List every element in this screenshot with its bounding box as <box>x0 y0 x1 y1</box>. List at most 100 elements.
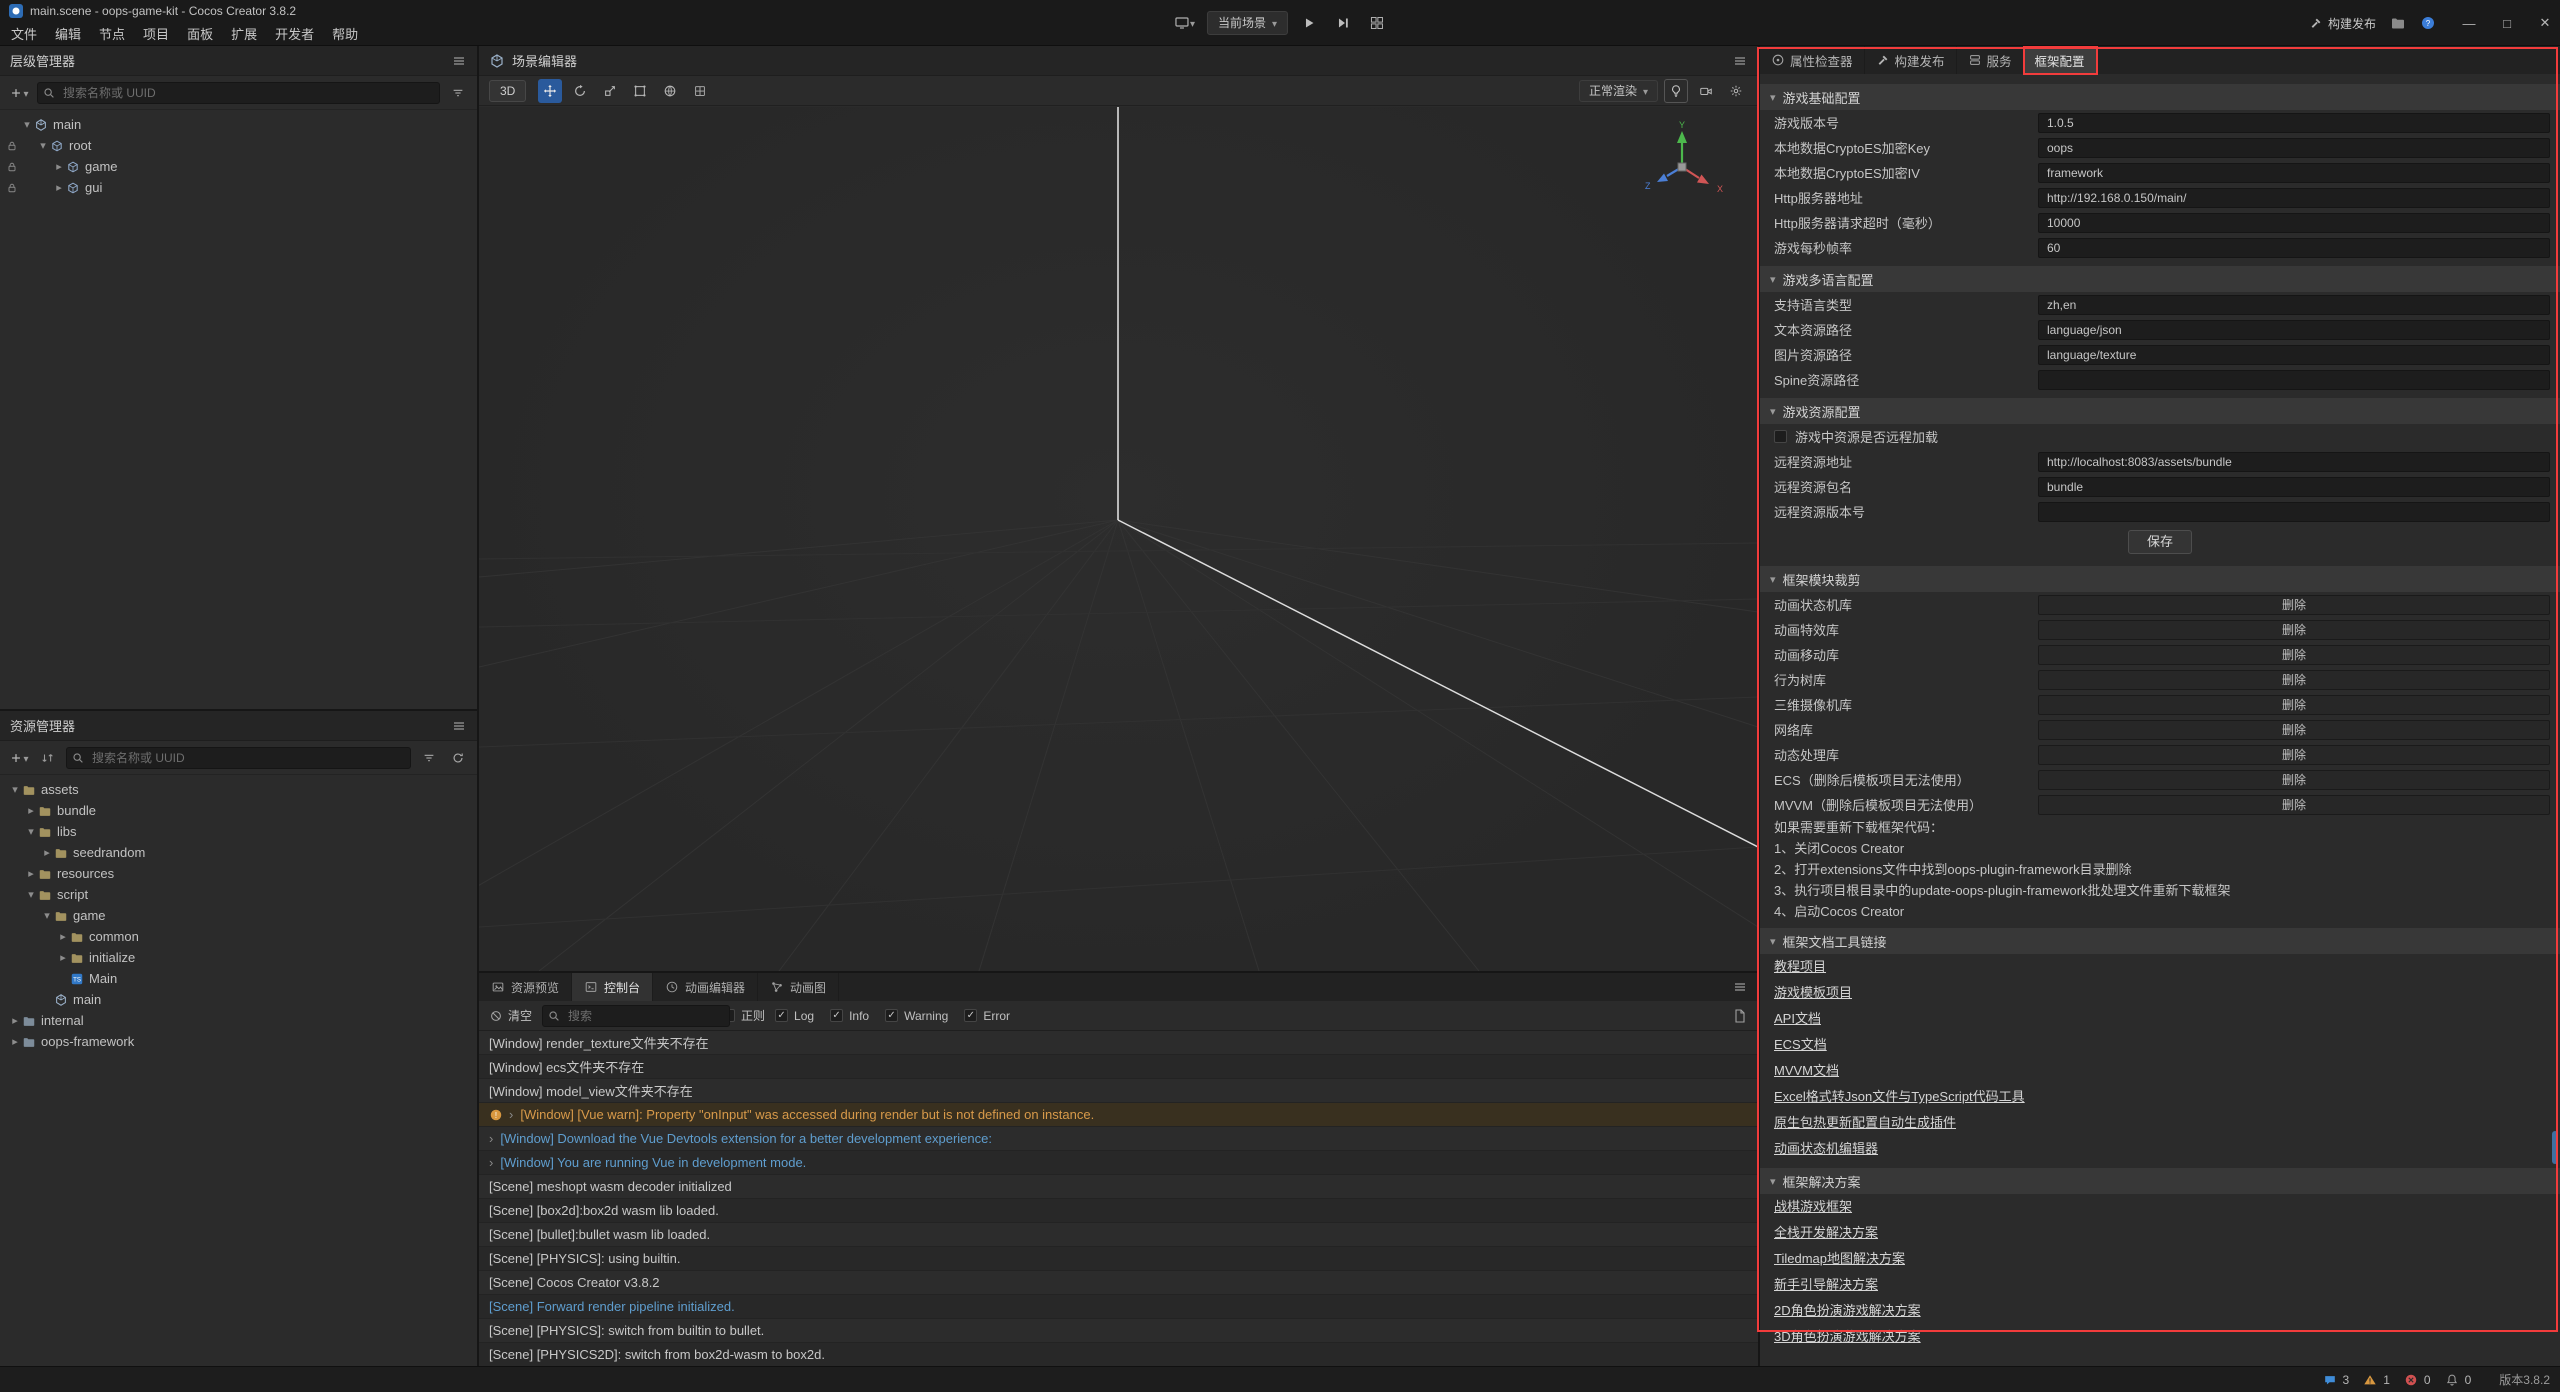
menu-item-0[interactable]: 文件 <box>2 24 46 45</box>
section-header-1[interactable]: ▾游戏多语言配置 <box>1760 266 2560 292</box>
expand-arrow-icon[interactable]: ▸ <box>8 1035 22 1048</box>
panel-menu-icon[interactable] <box>1732 979 1748 995</box>
field-input[interactable]: http://localhost:8083/assets/bundle <box>2038 452 2550 472</box>
log-row[interactable]: [Scene] [PHYSICS]: switch from builtin t… <box>479 1319 1758 1343</box>
expand-arrow-icon[interactable]: ▸ <box>40 846 54 859</box>
remote-load-checkbox[interactable] <box>1774 430 1787 443</box>
play-button[interactable] <box>1296 11 1322 35</box>
section-header-4[interactable]: ▾框架文档工具链接 <box>1760 928 2560 954</box>
scrollbar-thumb[interactable] <box>2552 1131 2558 1164</box>
expand-arrow-icon[interactable]: ▾ <box>24 825 38 838</box>
log-row[interactable]: [Window] ecs文件夹不存在 <box>479 1055 1758 1079</box>
expand-arrow-icon[interactable]: ▸ <box>24 867 38 880</box>
scene-viewport[interactable]: Y X Z <box>479 107 1758 971</box>
assets-refresh-button[interactable] <box>447 747 469 769</box>
current-scene-dropdown[interactable]: 当前场景 <box>1207 11 1288 35</box>
log-row[interactable]: [Scene] [box2d]:box2d wasm lib loaded. <box>479 1199 1758 1223</box>
translate-tool-button[interactable] <box>538 79 562 103</box>
field-input[interactable] <box>2038 370 2550 390</box>
project-folder-icon[interactable] <box>2390 15 2406 31</box>
log-row[interactable]: [Window] model_view文件夹不存在 <box>479 1079 1758 1103</box>
inspector-tab-1[interactable]: 构建发布 <box>1865 46 1957 74</box>
lock-icon[interactable] <box>6 182 18 194</box>
create-node-button[interactable] <box>8 82 30 104</box>
checkbox-icon[interactable] <box>885 1009 898 1022</box>
hierarchy-filter-button[interactable] <box>447 82 469 104</box>
snap-toggle-button[interactable] <box>688 79 712 103</box>
asset-item[interactable]: ▸common <box>0 926 477 947</box>
create-asset-button[interactable] <box>8 747 30 769</box>
panel-menu-icon[interactable] <box>451 718 467 734</box>
field-input[interactable]: zh,en <box>2038 295 2550 315</box>
section-header-2[interactable]: ▾游戏资源配置 <box>1760 398 2560 424</box>
inspector-tab-3[interactable]: 框架配置 <box>2024 46 2097 74</box>
layout-button[interactable] <box>1364 11 1390 35</box>
save-button[interactable]: 保存 <box>2128 530 2192 554</box>
hierarchy-search-input[interactable] <box>37 82 440 104</box>
field-input[interactable]: 1.0.5 <box>2038 113 2550 133</box>
checkbox-icon[interactable] <box>964 1009 977 1022</box>
log-row[interactable]: [Scene] meshopt wasm decoder initialized <box>479 1175 1758 1199</box>
menu-item-4[interactable]: 面板 <box>178 24 222 45</box>
doc-link[interactable]: MVVM文档 <box>1774 1058 1839 1084</box>
expand-arrow-icon[interactable]: ▸ <box>56 930 70 943</box>
expand-arrow-icon[interactable]: › <box>489 1131 493 1146</box>
console-filter-error[interactable]: Error <box>964 1009 1010 1023</box>
delete-button[interactable]: 删除 <box>2038 720 2550 740</box>
assets-search-input[interactable] <box>66 747 411 769</box>
expand-arrow-icon[interactable]: ▸ <box>24 804 38 817</box>
field-input[interactable]: 10000 <box>2038 213 2550 233</box>
preview-platform-button[interactable] <box>1170 11 1199 35</box>
doc-link[interactable]: 全栈开发解决方案 <box>1774 1220 1878 1246</box>
console-search-input[interactable] <box>542 1005 730 1027</box>
delete-button[interactable]: 删除 <box>2038 670 2550 690</box>
doc-link[interactable]: 3D角色扮演游戏解决方案 <box>1774 1324 1921 1350</box>
delete-button[interactable]: 删除 <box>2038 795 2550 815</box>
pivot-toggle-button[interactable] <box>658 79 682 103</box>
step-button[interactable] <box>1330 11 1356 35</box>
console-clear-button[interactable]: 清空 <box>489 1007 532 1024</box>
menu-item-7[interactable]: 帮助 <box>323 24 367 45</box>
delete-button[interactable]: 删除 <box>2038 695 2550 715</box>
menu-item-2[interactable]: 节点 <box>90 24 134 45</box>
log-row[interactable]: ›[Window] You are running Vue in develop… <box>479 1151 1758 1175</box>
render-mode-dropdown[interactable]: 正常渲染 <box>1579 80 1658 102</box>
light-toggle-button[interactable] <box>1664 79 1688 103</box>
log-row[interactable]: [Scene] [bullet]:bullet wasm lib loaded. <box>479 1223 1758 1247</box>
lock-icon[interactable] <box>6 140 18 152</box>
doc-link[interactable]: 2D角色扮演游戏解决方案 <box>1774 1298 1921 1324</box>
axis-gizmo[interactable]: Y X Z <box>1637 119 1727 209</box>
hierarchy-node[interactable]: ▾main <box>0 114 477 135</box>
expand-arrow-icon[interactable]: ▸ <box>52 160 66 173</box>
scene-settings-button[interactable] <box>1724 79 1748 103</box>
notification-icon[interactable] <box>2445 1373 2459 1387</box>
field-input[interactable]: bundle <box>2038 477 2550 497</box>
field-input[interactable]: oops <box>2038 138 2550 158</box>
asset-item[interactable]: ▸resources <box>0 863 477 884</box>
hierarchy-node[interactable]: ▸gui <box>0 177 477 198</box>
asset-item[interactable]: ▸oops-framework <box>0 1031 477 1052</box>
delete-button[interactable]: 删除 <box>2038 645 2550 665</box>
delete-button[interactable]: 删除 <box>2038 620 2550 640</box>
panel-menu-icon[interactable] <box>451 53 467 69</box>
console-tab-3[interactable]: 动画图 <box>758 973 839 1001</box>
asset-item[interactable]: ▾assets <box>0 779 477 800</box>
field-input[interactable]: framework <box>2038 163 2550 183</box>
doc-link[interactable]: 原生包热更新配置自动生成插件 <box>1774 1110 1956 1136</box>
doc-link[interactable]: 动画状态机编辑器 <box>1774 1136 1878 1162</box>
field-input[interactable]: language/json <box>2038 320 2550 340</box>
inspector-tab-2[interactable]: 服务 <box>1957 46 2024 74</box>
delete-button[interactable]: 删除 <box>2038 595 2550 615</box>
lock-icon[interactable] <box>6 161 18 173</box>
asset-item[interactable]: ▸seedrandom <box>0 842 477 863</box>
log-row[interactable]: [Scene] Cocos Creator v3.8.2 <box>479 1271 1758 1295</box>
expand-arrow-icon[interactable]: ▸ <box>52 181 66 194</box>
error-count-icon[interactable] <box>2404 1373 2418 1387</box>
asset-item[interactable]: ▸bundle <box>0 800 477 821</box>
log-row[interactable]: [Scene] [PHYSICS]: using builtin. <box>479 1247 1758 1271</box>
log-row[interactable]: [Scene] Forward render pipeline initiali… <box>479 1295 1758 1319</box>
console-filter-warning[interactable]: Warning <box>885 1009 948 1023</box>
field-input[interactable]: 60 <box>2038 238 2550 258</box>
log-row[interactable]: [Scene] [PHYSICS2D]: switch from box2d-w… <box>479 1343 1758 1366</box>
expand-arrow-icon[interactable]: ▸ <box>8 1014 22 1027</box>
